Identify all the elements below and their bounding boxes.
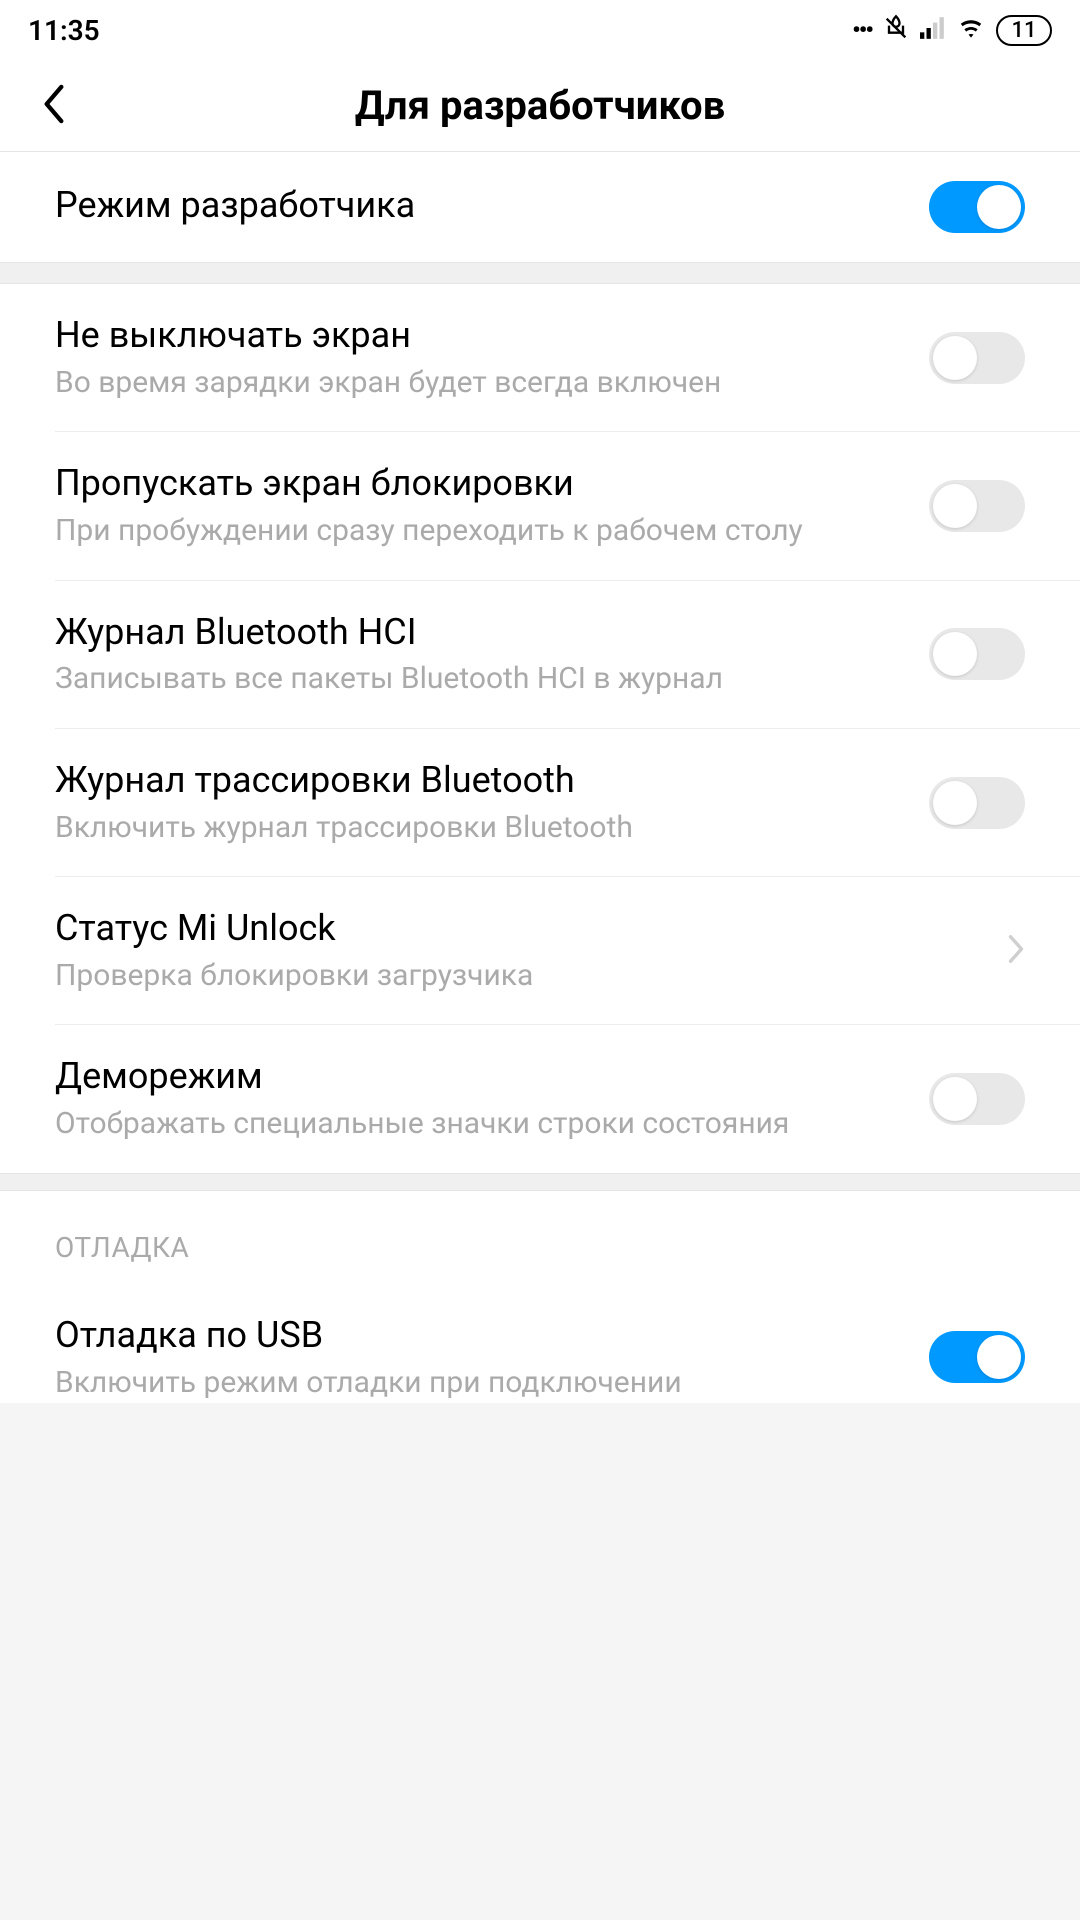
row-subtitle: Во время зарядки экран будет всегда вклю… [55,363,909,404]
signal-icon [920,17,946,43]
back-button[interactable] [40,82,68,130]
row-subtitle: Проверка блокировки загрузчика [55,956,987,997]
row-stay-awake[interactable]: Не выключать экран Во время зарядки экра… [0,284,1080,431]
row-bluetooth-hci[interactable]: Журнал Bluetooth HCI Записывать все паке… [0,581,1080,728]
row-skip-lock[interactable]: Пропускать экран блокировки При пробужде… [0,432,1080,579]
row-subtitle: Включить режим отладки при подключении [55,1363,909,1404]
toggle-developer-mode[interactable] [929,181,1025,233]
toggle-skip-lock[interactable] [929,480,1025,532]
mute-icon [882,14,910,46]
row-title: Деморежим [55,1053,909,1100]
row-title: Статус Mi Unlock [55,905,987,952]
row-title: Журнал трассировки Bluetooth [55,757,909,804]
row-bluetooth-trace[interactable]: Журнал трассировки Bluetooth Включить жу… [0,729,1080,876]
row-title: Режим разработчика [55,182,909,229]
row-title: Пропускать экран блокировки [55,460,909,507]
status-time: 11:35 [28,14,100,47]
row-mi-unlock[interactable]: Статус Mi Unlock Проверка блокировки заг… [0,877,1080,1024]
page-title: Для разработчиков [0,82,1080,129]
chevron-right-icon [1007,934,1025,968]
battery-icon: 11 [996,15,1052,46]
row-subtitle: При пробуждении сразу переходить к рабоч… [55,511,909,552]
toggle-demo-mode[interactable] [929,1073,1025,1125]
header: Для разработчиков [0,60,1080,152]
status-icons: ••• 11 [852,14,1052,46]
toggle-bluetooth-hci[interactable] [929,628,1025,680]
row-subtitle: Отображать специальные значки строки сос… [55,1104,909,1145]
section-header-debug: ОТЛАДКА [0,1191,1080,1284]
status-bar: 11:35 ••• 11 [0,0,1080,60]
row-developer-mode[interactable]: Режим разработчика [0,152,1080,262]
toggle-stay-awake[interactable] [929,332,1025,384]
row-title: Отладка по USB [55,1312,909,1359]
row-demo-mode[interactable]: Деморежим Отображать специальные значки … [0,1025,1080,1172]
row-title: Не выключать экран [55,312,909,359]
row-subtitle: Записывать все пакеты Bluetooth HCI в жу… [55,659,909,700]
wifi-icon [956,16,986,44]
more-dots-icon: ••• [852,16,872,44]
toggle-usb-debug[interactable] [929,1331,1025,1383]
toggle-bluetooth-trace[interactable] [929,777,1025,829]
row-subtitle: Включить журнал трассировки Bluetooth [55,808,909,849]
row-title: Журнал Bluetooth HCI [55,609,909,656]
row-usb-debug[interactable]: Отладка по USB Включить режим отладки пр… [0,1284,1080,1403]
